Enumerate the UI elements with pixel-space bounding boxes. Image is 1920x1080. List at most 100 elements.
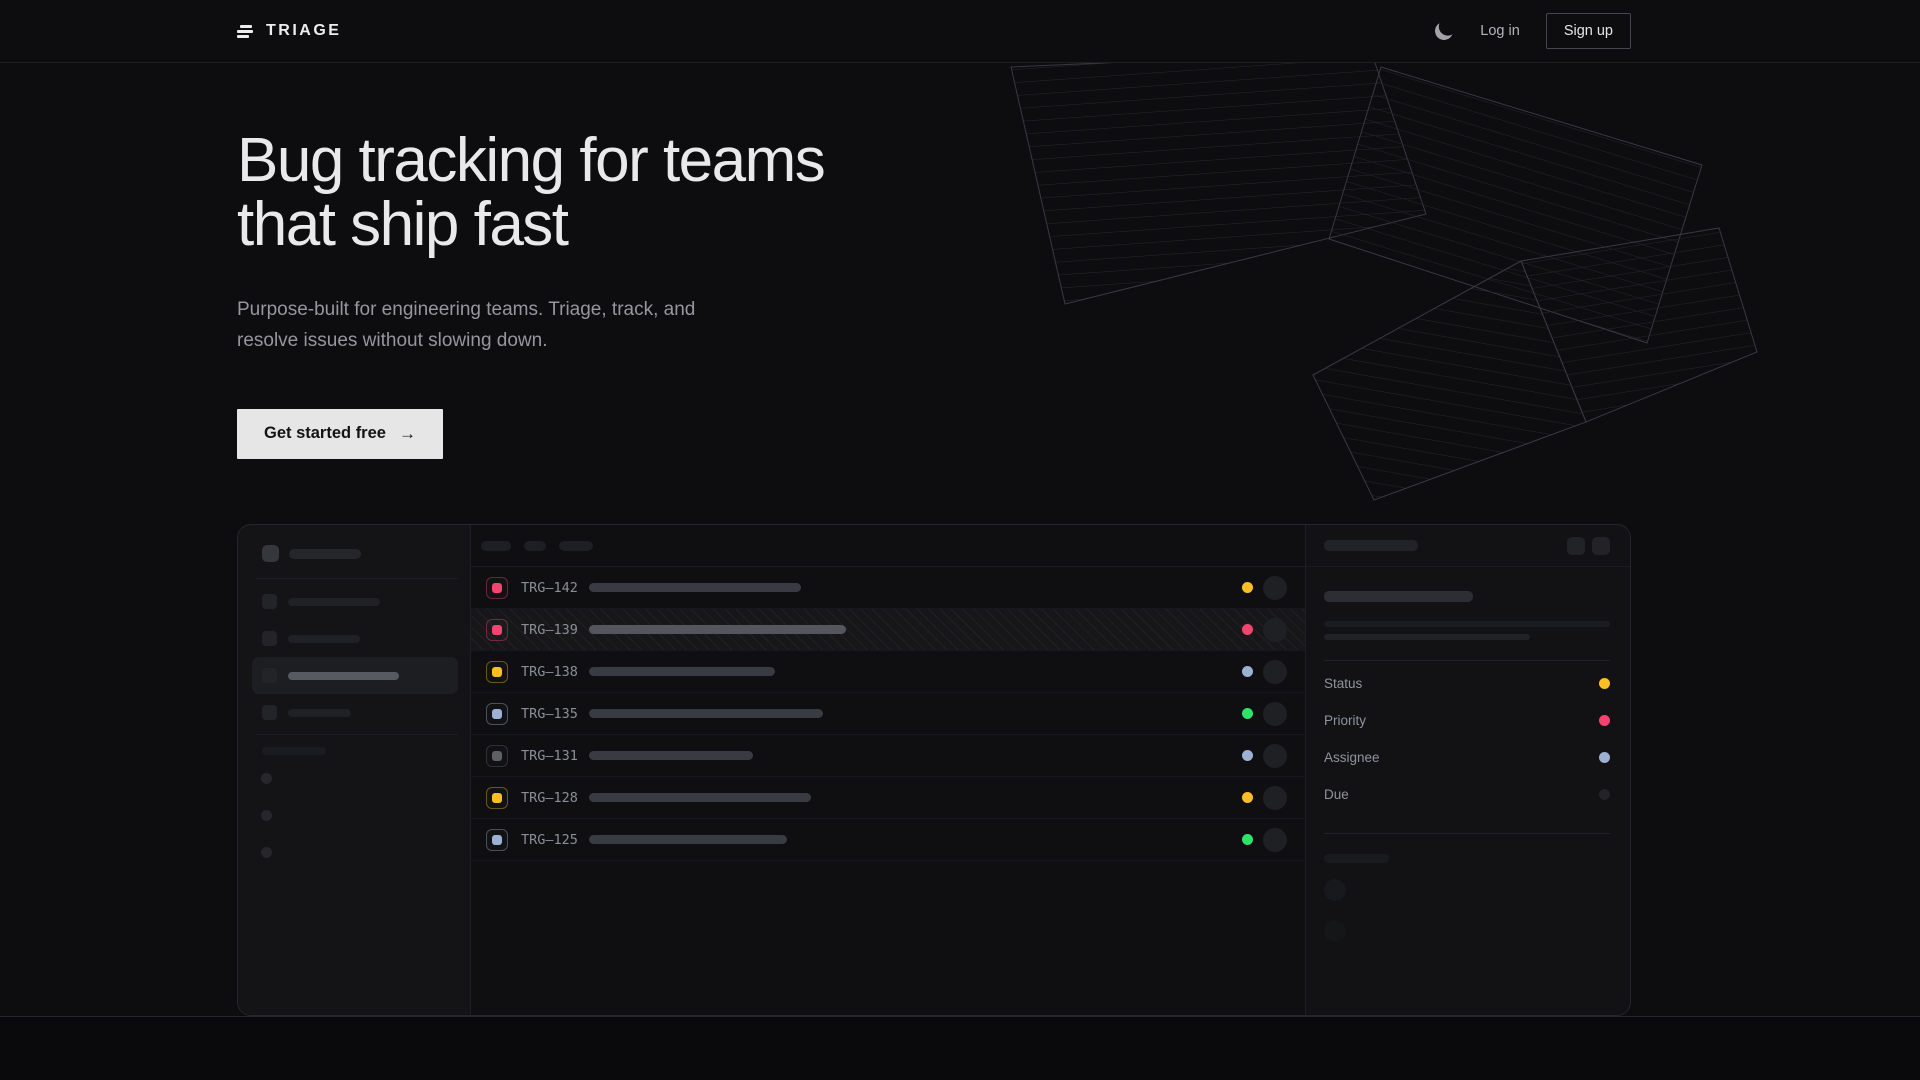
issue-id: TRG–135 — [521, 706, 581, 722]
theme-toggle-button[interactable] — [1434, 21, 1454, 41]
nav-item-icon — [262, 631, 277, 646]
sidebar-dot — [261, 773, 272, 784]
issue-id: TRG–139 — [521, 622, 581, 638]
detail-title-placeholder — [1324, 540, 1418, 551]
get-started-button[interactable]: Get started free → — [237, 409, 443, 459]
signup-button[interactable]: Sign up — [1546, 13, 1631, 49]
status-dot — [1242, 708, 1253, 719]
nav-item-icon — [262, 594, 277, 609]
filter-pill-placeholder — [524, 541, 546, 551]
sidebar-nav-item — [252, 694, 458, 731]
issue-title-placeholder — [589, 667, 775, 676]
issue-list-header — [471, 525, 1305, 567]
nav-item-label-placeholder — [288, 598, 380, 606]
app-mockup: TRG–142 TRG–139 TRG–138 TRG–135 — [237, 524, 1631, 1016]
issue-title-placeholder — [589, 751, 753, 760]
cta-label: Get started free — [264, 424, 386, 443]
workspace-switcher — [262, 545, 452, 562]
login-link[interactable]: Log in — [1480, 23, 1520, 39]
detail-action-placeholder — [1567, 537, 1585, 555]
field-label: Status — [1324, 676, 1362, 691]
assignee-avatar — [1263, 660, 1287, 684]
assignee-avatar — [1263, 786, 1287, 810]
comments-label-placeholder — [1324, 854, 1389, 863]
sidebar-nav-item — [252, 583, 458, 620]
status-dot — [1242, 750, 1253, 761]
hero-title-line1: Bug tracking for teams — [237, 126, 824, 195]
filter-pill-placeholder — [559, 541, 593, 551]
issue-type-icon — [486, 829, 508, 851]
detail-divider — [1324, 660, 1610, 661]
detail-field-row: Status — [1324, 665, 1610, 702]
sidebar-nav-item-active — [252, 657, 458, 694]
workspace-name-placeholder — [289, 549, 361, 559]
field-label: Priority — [1324, 713, 1366, 728]
status-dot — [1242, 792, 1253, 803]
issue-id: TRG–128 — [521, 790, 581, 806]
field-value-dot — [1599, 752, 1610, 763]
hero-title-line2: that ship fast — [237, 190, 568, 259]
detail-action-placeholder — [1592, 537, 1610, 555]
issue-list-body: TRG–142 TRG–139 TRG–138 TRG–135 — [471, 567, 1305, 861]
nav-item-label-placeholder — [288, 709, 351, 717]
issue-id: TRG–138 — [521, 664, 581, 680]
issue-type-icon — [486, 745, 508, 767]
issue-title-placeholder — [589, 583, 801, 592]
next-section-band — [0, 1016, 1920, 1080]
triage-logo-icon — [237, 25, 254, 38]
assignee-avatar — [1263, 618, 1287, 642]
issue-id: TRG–131 — [521, 748, 581, 764]
issue-row: TRG–139 — [471, 609, 1305, 651]
issue-detail-panel: Status Priority Assignee Due — [1305, 525, 1630, 1015]
field-label: Due — [1324, 787, 1349, 802]
nav-item-icon — [262, 705, 277, 720]
arrow-right-icon: → — [399, 424, 416, 444]
detail-divider — [1324, 833, 1610, 834]
issue-title-placeholder — [589, 835, 787, 844]
mockup-sidebar — [238, 525, 471, 1015]
status-dot — [1242, 624, 1253, 635]
issue-list: TRG–142 TRG–139 TRG–138 TRG–135 — [471, 525, 1305, 1015]
workspace-avatar — [262, 545, 279, 562]
brand-name: TRIAGE — [266, 22, 341, 40]
status-dot — [1242, 834, 1253, 845]
sidebar-dot — [261, 847, 272, 858]
moon-icon — [1433, 20, 1456, 43]
issue-type-icon — [486, 661, 508, 683]
detail-fields: Status Priority Assignee Due — [1324, 665, 1610, 813]
issue-id: TRG–125 — [521, 832, 581, 848]
sidebar-divider — [256, 734, 458, 735]
issue-title-placeholder — [589, 709, 823, 718]
issue-title-placeholder — [589, 793, 811, 802]
assignee-avatar — [1263, 744, 1287, 768]
field-label: Assignee — [1324, 750, 1380, 765]
detail-field-row: Assignee — [1324, 739, 1610, 776]
status-dot — [1242, 666, 1253, 677]
field-value-dot — [1599, 789, 1610, 800]
comment-avatar-placeholder — [1324, 879, 1346, 901]
issue-row: TRG–125 — [471, 819, 1305, 861]
description-line-placeholder — [1324, 634, 1530, 640]
sidebar-section-label-placeholder — [262, 747, 326, 755]
detail-field-row: Due — [1324, 776, 1610, 813]
sidebar-item-dots — [262, 773, 452, 858]
issue-row: TRG–138 — [471, 651, 1305, 693]
sidebar-nav — [262, 583, 452, 731]
assignee-avatar — [1263, 828, 1287, 852]
detail-panel-header — [1306, 525, 1630, 567]
brand-logo[interactable]: TRIAGE — [237, 22, 341, 40]
nav-item-icon — [262, 668, 277, 683]
issue-row: TRG–131 — [471, 735, 1305, 777]
assignee-avatar — [1263, 702, 1287, 726]
description-line-placeholder — [1324, 621, 1610, 627]
field-value-dot — [1599, 678, 1610, 689]
nav-item-label-placeholder — [288, 635, 360, 643]
detail-field-row: Priority — [1324, 702, 1610, 739]
field-value-dot — [1599, 715, 1610, 726]
issue-row: TRG–142 — [471, 567, 1305, 609]
hero-subtitle: Purpose-built for engineering teams. Tri… — [237, 294, 1631, 356]
top-nav: TRIAGE Log in Sign up — [0, 0, 1920, 63]
issue-row: TRG–135 — [471, 693, 1305, 735]
issue-type-icon — [486, 577, 508, 599]
issue-type-icon — [486, 787, 508, 809]
